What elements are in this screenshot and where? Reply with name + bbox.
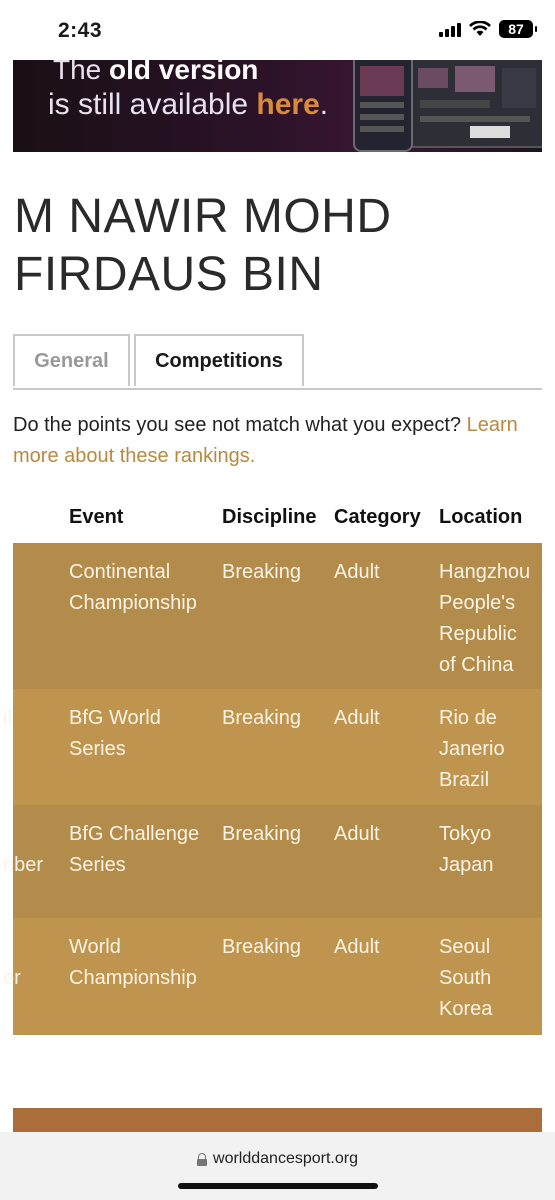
old-version-banner[interactable]: The old version is still available here. [13, 60, 542, 152]
status-bar: 2:43 87 [0, 0, 555, 60]
cellular-signal-icon [439, 21, 461, 37]
location-cell: Hangzhou People's Republic of China [439, 561, 531, 676]
location-cell: Rio de Janerio Brazil [439, 707, 505, 791]
table-row[interactable]: nber BfG Challenge Series Breaking Adult… [3, 805, 542, 918]
device-mockup-image [348, 60, 542, 152]
event-cell: BfG World Series [69, 707, 161, 760]
tab-general[interactable]: General [13, 334, 130, 386]
browser-address-bar[interactable]: worlddancesport.org [0, 1132, 555, 1200]
url-text[interactable]: worlddancesport.org [213, 1150, 358, 1168]
table-row[interactable]: er World Championship Breaking Adult Seo… [3, 918, 542, 1035]
tab-competitions[interactable]: Competitions [134, 334, 304, 386]
banner-line2: is still available here. [48, 88, 329, 121]
category-cell: Adult [334, 936, 380, 958]
profile-tabs: General Competitions [13, 334, 542, 390]
lock-icon [197, 1152, 208, 1166]
table-row[interactable]: il BfG World Series Breaking Adult Rio d… [3, 689, 542, 805]
category-cell: Adult [334, 823, 380, 845]
discipline-cell: Breaking [222, 823, 301, 845]
banner-here-link[interactable]: here [256, 88, 319, 121]
column-header-category: Category [334, 506, 421, 528]
home-indicator[interactable] [178, 1183, 378, 1189]
column-header-discipline: Discipline [222, 506, 317, 528]
date-cell: il [3, 707, 12, 729]
event-cell: World Championship [69, 936, 197, 989]
category-cell: Adult [334, 707, 380, 729]
status-icons: 87 [439, 20, 537, 38]
site-footer [13, 1108, 542, 1132]
table-row[interactable]: Continental Championship Breaking Adult … [13, 543, 542, 689]
page-title: M NAWIR MOHD FIRDAUS BIN [14, 190, 392, 301]
date-cell: er [3, 967, 21, 989]
rankings-note: Do the points you see not match what you… [13, 414, 518, 467]
date-cell: nber [3, 854, 44, 876]
event-cell: Continental Championship [69, 561, 197, 614]
column-header-event: Event [69, 506, 124, 528]
battery-icon: 87 [499, 20, 537, 38]
discipline-cell: Breaking [222, 936, 301, 958]
wifi-icon [469, 21, 491, 36]
location-cell: Seoul South Korea [439, 936, 493, 1020]
discipline-cell: Breaking [222, 561, 301, 583]
event-cell: BfG Challenge Series [69, 823, 200, 876]
status-time: 2:43 [58, 19, 103, 42]
location-cell: Tokyo Japan [439, 823, 494, 876]
category-cell: Adult [334, 561, 380, 583]
column-header-location: Location [439, 506, 523, 528]
discipline-cell: Breaking [222, 707, 301, 729]
banner-line1: The old version [53, 60, 259, 85]
competitions-table[interactable]: Continental Championship Breaking Adult … [3, 543, 542, 1035]
